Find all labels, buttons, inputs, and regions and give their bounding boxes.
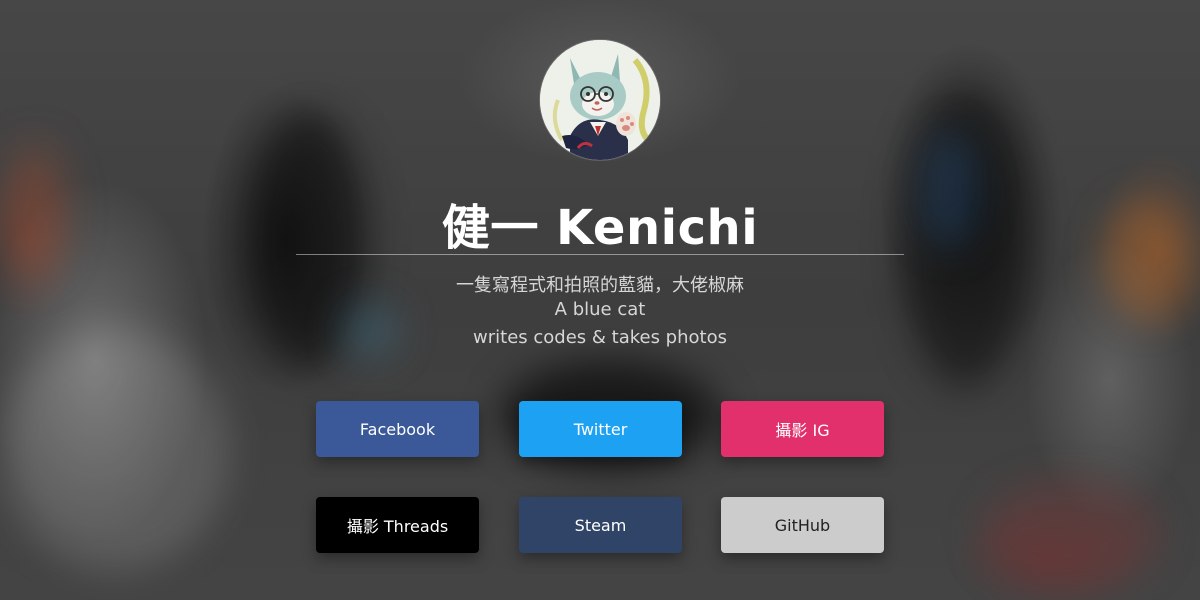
twitter-button-label: Twitter bbox=[573, 419, 628, 439]
cat-avatar-illustration bbox=[540, 40, 660, 160]
steam-button[interactable]: Steam bbox=[519, 497, 682, 553]
facebook-button[interactable]: Facebook bbox=[316, 401, 479, 457]
instagram-button[interactable]: 攝影 IG bbox=[721, 401, 884, 457]
threads-button[interactable]: 攝影 Threads bbox=[316, 497, 479, 553]
threads-button-label: 攝影 Threads bbox=[346, 517, 449, 536]
github-button-label: GitHub bbox=[774, 515, 831, 535]
profile-name: 健一 Kenichi bbox=[441, 200, 759, 256]
instagram-button-label: 攝影 IG bbox=[775, 421, 830, 440]
facebook-button-label: Facebook bbox=[359, 419, 436, 439]
avatar bbox=[540, 40, 660, 160]
steam-button-label: Steam bbox=[574, 515, 627, 535]
tagline-english-line2: writes codes & takes photos bbox=[473, 327, 727, 348]
tagline-english-line1: A blue cat bbox=[554, 299, 646, 320]
tagline-chinese: 一隻寫程式和拍照的藍貓，大佬椒麻 bbox=[456, 275, 744, 296]
twitter-button[interactable]: Twitter bbox=[519, 401, 682, 457]
github-button[interactable]: GitHub bbox=[721, 497, 884, 553]
divider bbox=[296, 254, 904, 255]
